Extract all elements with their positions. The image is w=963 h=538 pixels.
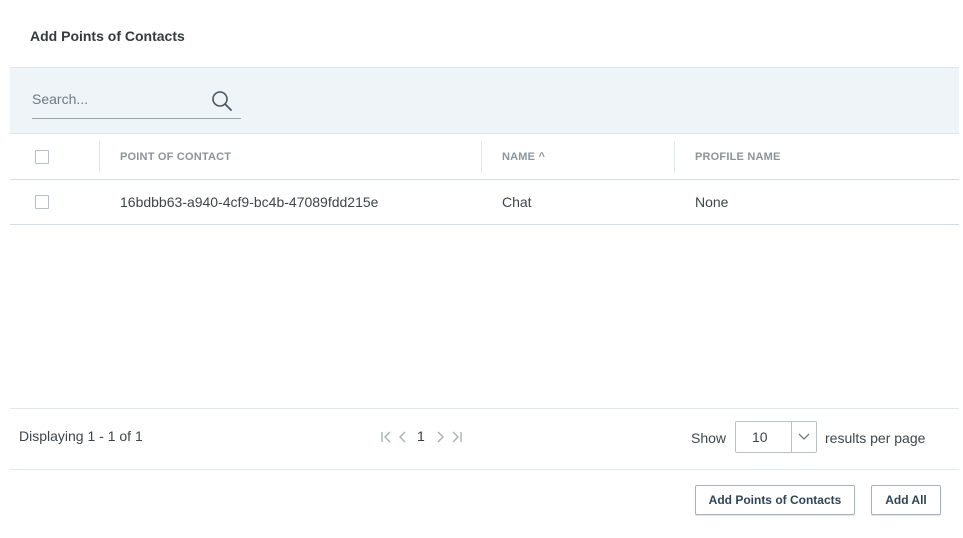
column-header-profile-name[interactable]: PROFILE NAME — [695, 135, 781, 179]
show-label: Show — [691, 430, 727, 446]
table-header: POINT OF CONTACT NAME ^ PROFILE NAME — [10, 135, 959, 180]
prev-page-icon[interactable] — [396, 430, 408, 444]
search-input[interactable] — [32, 82, 202, 116]
chevron-down-icon[interactable] — [797, 431, 811, 443]
select-all-checkbox[interactable] — [35, 150, 49, 164]
current-page: 1 — [417, 428, 425, 444]
contacts-table: POINT OF CONTACT NAME ^ PROFILE NAME 16b… — [10, 135, 959, 225]
row-checkbox[interactable] — [35, 195, 49, 209]
column-divider — [99, 141, 100, 173]
column-header-point-of-contact[interactable]: POINT OF CONTACT — [120, 135, 231, 179]
last-page-icon[interactable] — [451, 430, 463, 444]
displaying-count: Displaying 1 - 1 of 1 — [19, 428, 143, 444]
select-divider — [791, 422, 792, 452]
results-per-page-label: results per page — [825, 430, 926, 446]
page-size-select[interactable]: 10 — [735, 421, 817, 453]
cell-profile-name: None — [695, 194, 729, 210]
search-bar — [10, 67, 959, 134]
divider — [10, 408, 959, 409]
search-field[interactable] — [32, 82, 241, 119]
cell-name: Chat — [502, 194, 532, 210]
add-all-button[interactable]: Add All — [871, 485, 941, 515]
next-page-icon[interactable] — [435, 430, 447, 444]
column-header-name[interactable]: NAME ^ — [502, 135, 545, 179]
table-row[interactable]: 16bdbb63-a940-4cf9-bc4b-47089fdd215e Cha… — [10, 180, 959, 225]
column-divider — [674, 141, 675, 173]
cell-point-of-contact: 16bdbb63-a940-4cf9-bc4b-47089fdd215e — [120, 194, 379, 210]
first-page-icon[interactable] — [380, 430, 392, 444]
add-points-of-contacts-button[interactable]: Add Points of Contacts — [695, 485, 855, 515]
dialog-title: Add Points of Contacts — [30, 28, 185, 44]
column-divider — [481, 141, 482, 173]
divider — [10, 469, 959, 470]
search-icon[interactable] — [211, 90, 233, 112]
page-size-value: 10 — [752, 429, 768, 445]
